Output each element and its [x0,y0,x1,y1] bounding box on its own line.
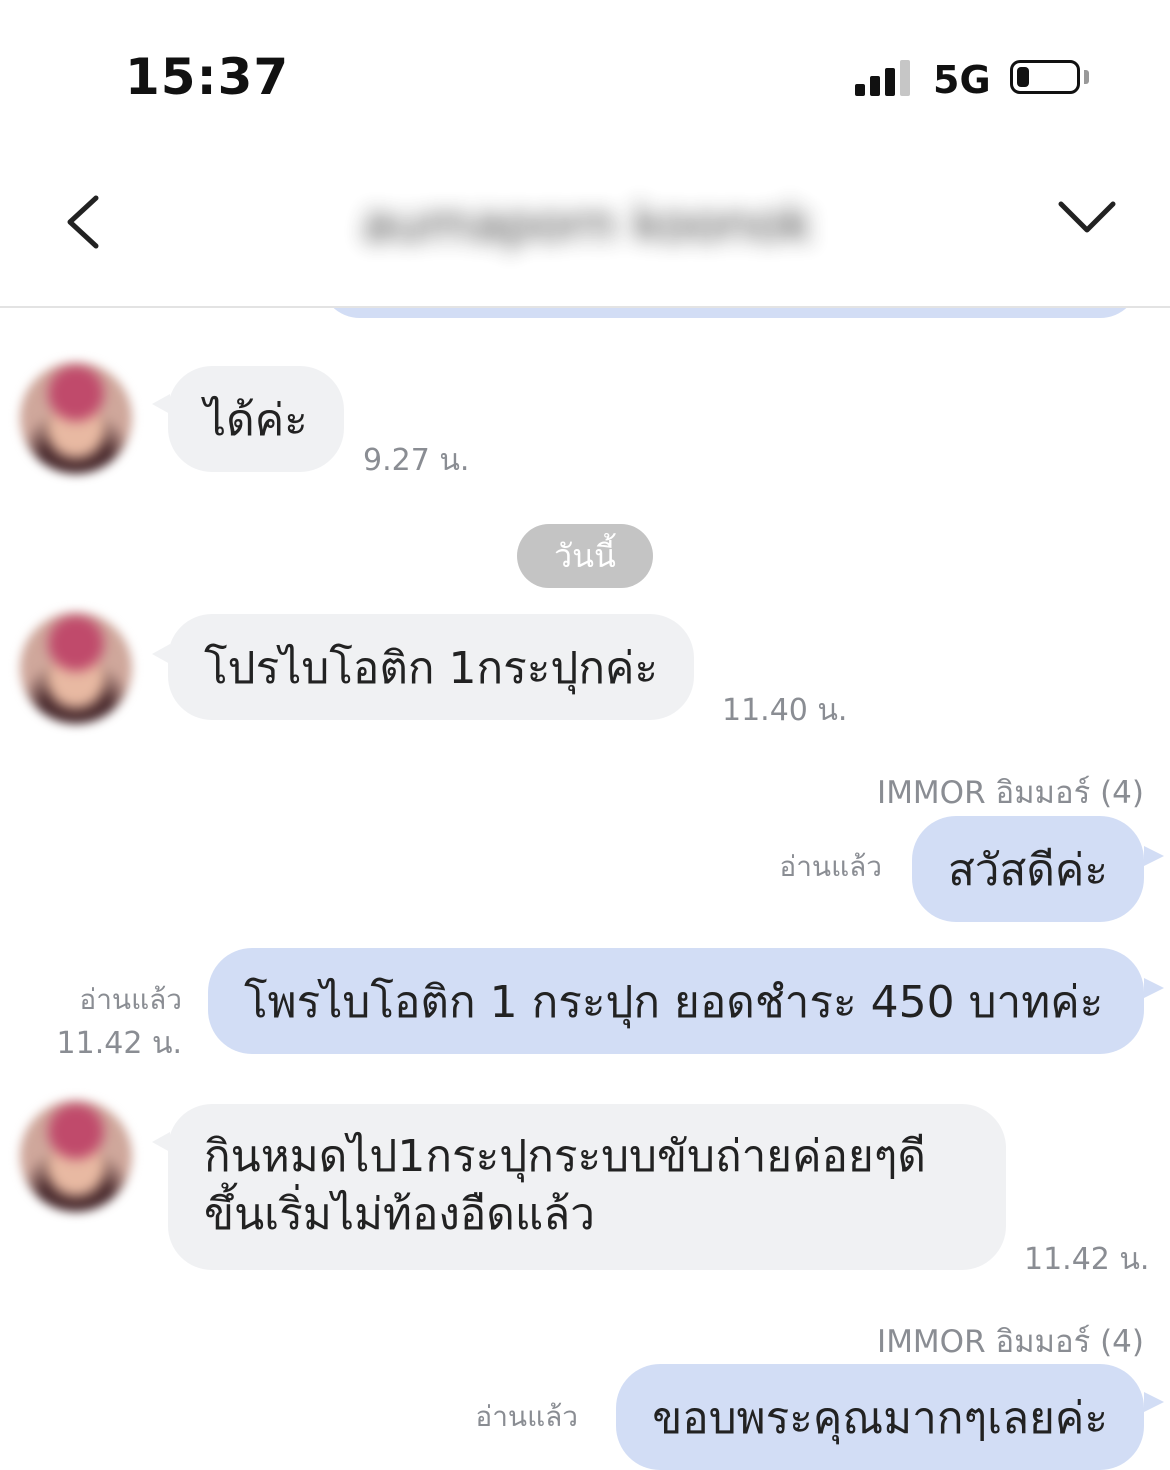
signal-icon [855,60,911,96]
avatar[interactable] [20,1100,132,1212]
battery-tip [1084,70,1089,84]
incoming-message-bubble[interactable]: กินหมดไป1กระปุกระบบขับถ่ายค่อยๆดี ขึ้นเร… [168,1104,1006,1270]
avatar[interactable] [20,362,132,474]
message-time: 11.42 น. [1024,1242,1150,1277]
status-time: 15:37 [125,48,290,106]
message-time: 11.40 น. [722,693,848,728]
back-arrow-icon[interactable] [60,192,110,252]
outgoing-message-bubble[interactable]: โพรไบโอติก 1 กระปุก ยอดชำระ 450 บาทค่ะ [208,948,1144,1054]
day-separator: วันนี้ [517,524,653,588]
message-time: 9.27 น. [363,443,470,478]
avatar[interactable] [20,612,132,724]
battery-icon [1010,60,1080,94]
incoming-message-bubble[interactable]: ได้ค่ะ [168,366,344,472]
read-receipt: อ่านแล้ว [475,1400,578,1433]
bubble-tail [1144,978,1164,998]
chevron-down-icon[interactable] [1055,196,1119,240]
message-line: ขึ้นเริ่มไม่ท้องอืดแล้ว [204,1189,595,1240]
network-type: 5G [933,58,991,102]
outgoing-message-bubble[interactable]: ขอบพระคุณมากๆเลยค่ะ [616,1364,1144,1470]
bubble-tail [1144,1392,1164,1412]
message-time: 11.42 น. [56,1026,182,1061]
contact-name[interactable]: aumaporn koonok [352,195,822,253]
read-receipt: อ่านแล้ว [79,983,182,1016]
incoming-message-bubble[interactable]: โปรไบโอติก 1กระปุกค่ะ [168,614,695,720]
sender-name: IMMOR อิมมอร์ (4) [877,1324,1144,1360]
read-receipt: อ่านแล้ว [779,850,882,883]
bubble-tail [1144,846,1164,866]
outgoing-message-bubble[interactable]: สวัสดีค่ะ [911,816,1144,922]
sender-name: IMMOR อิมมอร์ (4) [877,775,1144,811]
message-line: กินหมดไป1กระปุกระบบขับถ่ายค่อยๆดี [204,1131,926,1182]
